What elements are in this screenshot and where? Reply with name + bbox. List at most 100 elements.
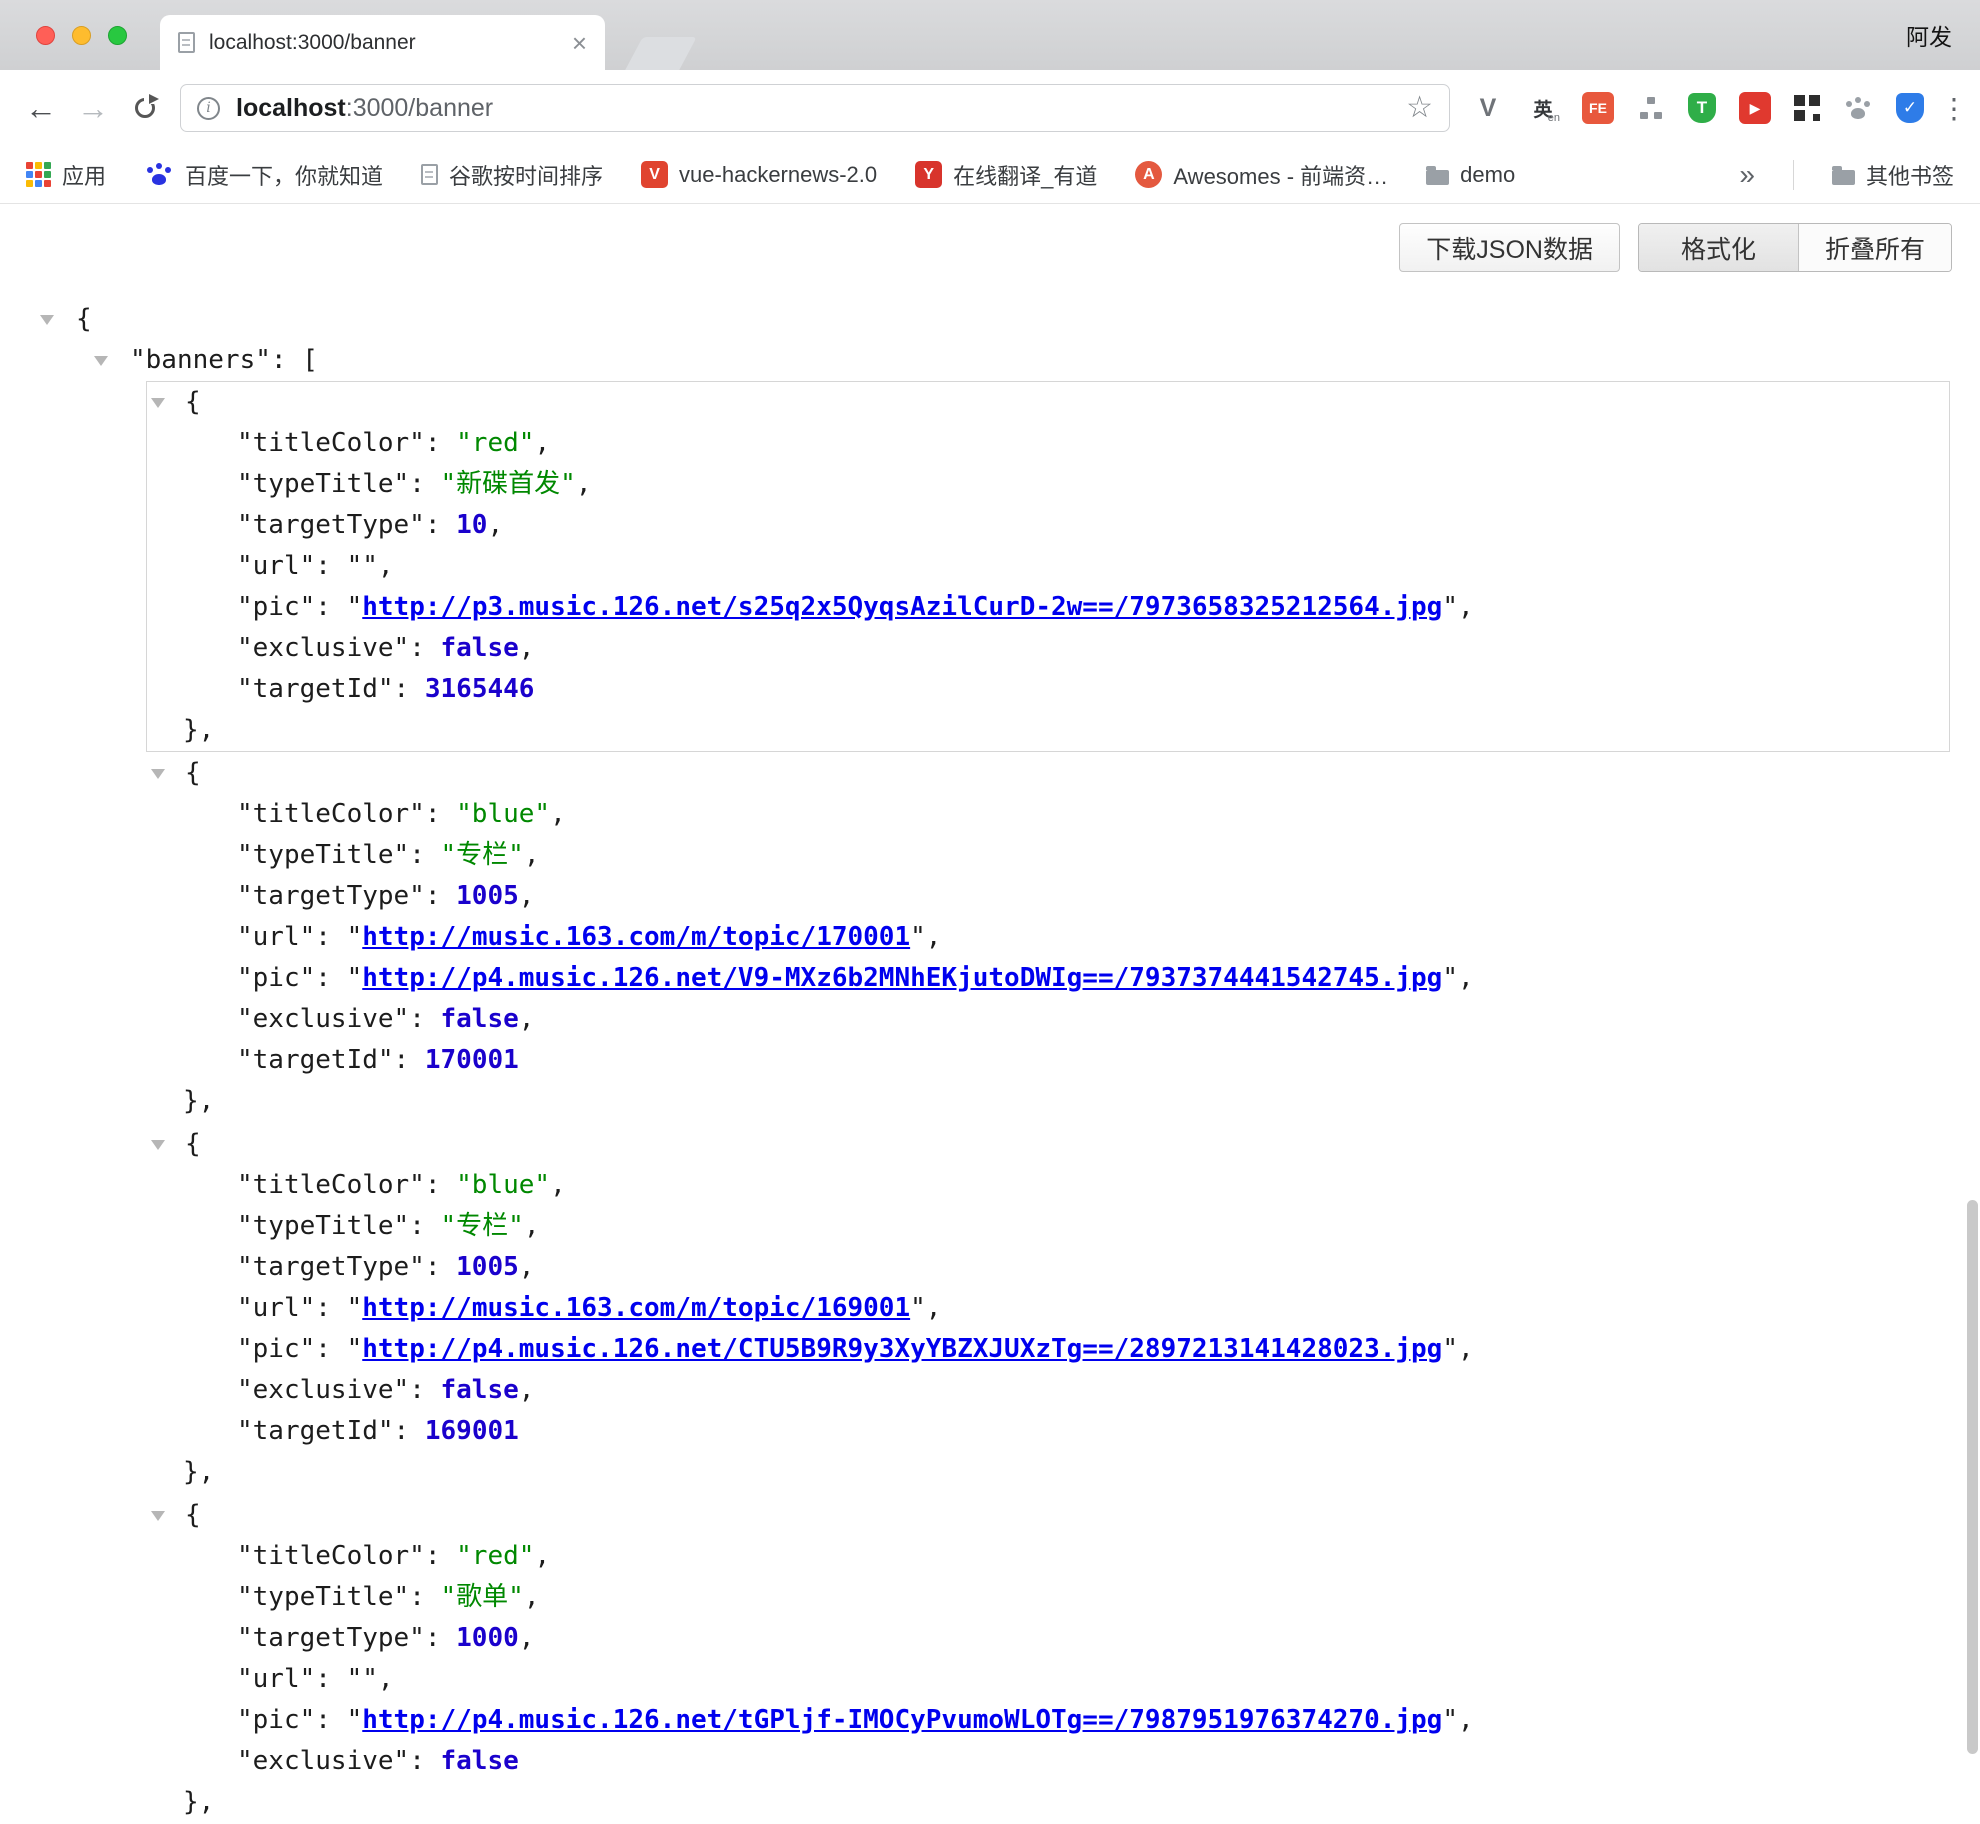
collapse-toggle[interactable] [151,398,165,408]
json-punct: : [394,1045,425,1075]
json-punct: , [519,1252,535,1282]
json-line: "url": "", [147,546,1949,587]
baidu-favicon [144,161,174,188]
json-number-value: 10 [456,510,487,540]
json-key: "exclusive" [237,1746,409,1776]
minimize-window-button[interactable] [72,26,91,45]
paw-print-icon[interactable] [1843,95,1873,122]
fullscreen-window-button[interactable] [108,26,127,45]
json-punct: " [1442,963,1458,993]
bookmark-apps[interactable]: 应用 [26,159,106,191]
json-punct: " [347,1705,363,1735]
json-key: "titleColor" [237,428,425,458]
ext-sub-label: en [1548,112,1560,124]
json-punct: "" [347,1664,378,1694]
url-bar[interactable]: i localhost:3000/banner ☆ [180,84,1450,132]
format-button[interactable]: 格式化 [1639,224,1798,271]
green-shield-icon[interactable]: T [1688,93,1716,123]
json-key: "pic" [237,1705,315,1735]
json-number-value: 1000 [456,1623,519,1653]
json-string-value: "blue" [456,799,550,829]
json-punct: , [487,510,503,540]
collapse-toggle[interactable] [151,769,165,779]
collapse-toggle[interactable] [151,1140,165,1150]
collapse-toggle[interactable] [151,1511,165,1521]
bookmark-item[interactable]: AAwesomes - 前端资… [1135,159,1388,191]
json-key: "typeTitle" [237,840,409,870]
json-punct: }, [183,715,214,745]
json-line: "url": "", [147,1659,1949,1700]
json-tree: {"banners": [{"titleColor": "red","typeT… [0,205,1980,1824]
bookmark-star-icon[interactable]: ☆ [1406,93,1433,123]
json-punct: " [347,922,363,952]
org-chart-icon[interactable] [1637,94,1665,122]
kebab-menu-icon[interactable]: ⋮ [1940,92,1962,125]
download-json-button[interactable]: 下载JSON数据 [1399,223,1620,272]
qr-code-icon[interactable] [1794,95,1820,121]
bookmark-item[interactable]: demo [1426,162,1515,188]
bookmark-item[interactable]: Vvue-hackernews-2.0 [641,161,877,188]
json-punct: " [1442,1705,1458,1735]
json-string-value: "专栏" [441,1211,524,1241]
json-link[interactable]: http://music.163.com/m/topic/170001 [362,922,910,952]
json-key: "pic" [237,963,315,993]
json-link[interactable]: http://p3.music.126.net/s25q2x5QyqsAzilC… [362,592,1442,622]
json-line: "targetType": 1000, [147,1618,1949,1659]
bookmarks-bar: 应用 百度一下，你就知道 谷歌按时间排序 Vvue-hackernews-2.0 Y在… [0,146,1980,204]
play-button-icon[interactable]: ▶ [1739,92,1771,124]
json-line: "targetId": 3165446 [147,669,1949,710]
bookmarks-divider [1793,160,1794,190]
scrollbar-thumb[interactable] [1967,1200,1978,1754]
json-punct: , [524,1211,540,1241]
tab-close-icon[interactable]: × [572,30,587,56]
browser-toolbar: ← → i localhost:3000/banner ☆ V英enFET▶✓ … [0,70,1980,146]
json-key: "pic" [237,592,315,622]
json-line: "typeTitle": "新碟首发", [147,464,1949,505]
reload-icon [135,98,155,118]
banner-object: {"titleColor": "blue","typeTitle": "专栏",… [146,1123,1950,1494]
json-key: "targetType" [237,1623,425,1653]
collapse-all-button[interactable]: 折叠所有 [1798,224,1951,271]
bookmark-item[interactable]: Y在线翻译_有道 [915,159,1097,191]
json-link[interactable]: http://p4.music.126.net/CTU5B9R9y3XyYBZX… [362,1334,1442,1364]
json-line: { [147,1495,1949,1536]
json-line: "typeTitle": "专栏", [147,835,1949,876]
json-punct: : [315,1293,346,1323]
bookmarks-overflow-chevron[interactable]: » [1739,159,1755,191]
blue-shield-icon[interactable]: ✓ [1896,93,1924,123]
collapse-toggle[interactable] [94,356,108,366]
json-punct: : [425,1623,456,1653]
bookmark-item[interactable]: 百度一下，你就知道 [144,159,383,191]
new-tab-button[interactable] [625,37,697,70]
json-line: "exclusive": false [147,1741,1949,1782]
close-window-button[interactable] [36,26,55,45]
bookmark-label: demo [1460,162,1515,188]
json-key: "targetId" [237,1416,394,1446]
json-punct: , [1458,963,1474,993]
json-line: { [147,1124,1949,1165]
json-punct: , [519,1004,535,1034]
reload-button[interactable] [122,98,168,118]
awesomes-favicon: A [1135,161,1162,188]
pencil-translate-icon[interactable]: 英en [1527,92,1559,124]
fe-helper-icon[interactable]: FE [1582,92,1614,124]
collapse-toggle[interactable] [40,315,54,325]
json-line: "targetType": 1005, [147,1247,1949,1288]
bookmark-label: 在线翻译_有道 [953,159,1097,191]
other-bookmarks[interactable]: 其他书签 [1832,159,1954,191]
back-button[interactable]: ← [18,90,64,127]
json-link[interactable]: http://music.163.com/m/topic/169001 [362,1293,910,1323]
json-link[interactable]: http://p4.music.126.net/V9-MXz6b2MNhEKju… [362,963,1442,993]
json-number-value: 170001 [425,1045,519,1075]
page-info-icon[interactable]: i [197,97,220,120]
forward-button[interactable]: → [70,90,116,127]
v-letter-icon[interactable]: V [1472,92,1504,124]
json-link[interactable]: http://p4.music.126.net/tGPljf-IMOCyPvum… [362,1705,1442,1735]
json-punct: { [185,1500,201,1530]
bookmark-item[interactable]: 谷歌按时间排序 [421,159,603,191]
json-punct: : [425,1252,456,1282]
json-line: "pic": "http://p3.music.126.net/s25q2x5Q… [147,587,1949,628]
browser-tab[interactable]: localhost:3000/banner × [160,15,605,70]
json-key: "targetType" [237,1252,425,1282]
json-string-value: "专栏" [441,840,524,870]
